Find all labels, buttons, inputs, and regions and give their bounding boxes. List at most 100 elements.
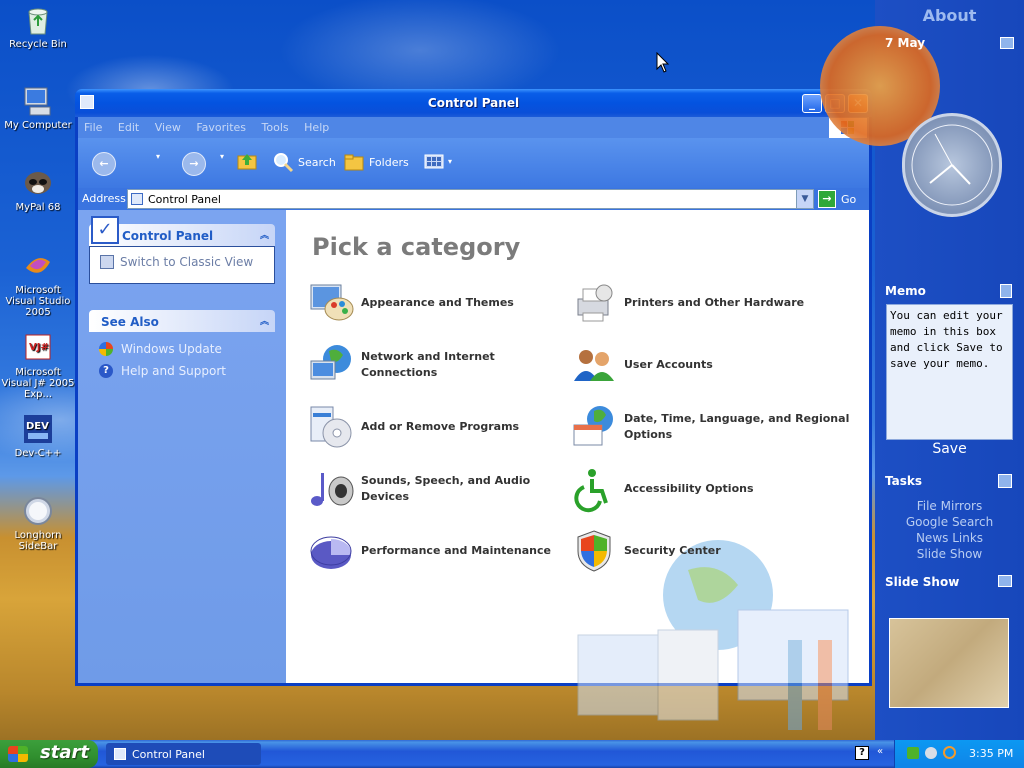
menu-tools[interactable]: Tools bbox=[256, 117, 295, 138]
search-button[interactable]: Search bbox=[272, 151, 336, 173]
help-support-link[interactable]: ? Help and Support bbox=[99, 360, 265, 382]
memo-options-icon[interactable] bbox=[1000, 284, 1012, 298]
network-tray-icon[interactable] bbox=[907, 747, 919, 759]
category-label: Security Center bbox=[624, 544, 721, 557]
category-accessibility[interactable]: Accessibility Options bbox=[570, 464, 860, 514]
back-arrow-icon: ← bbox=[99, 157, 109, 170]
category-network-internet[interactable]: Network and Internet Connections bbox=[307, 340, 557, 390]
category-printers-hardware[interactable]: Printers and Other Hardware bbox=[570, 278, 860, 328]
folders-button[interactable]: Folders bbox=[343, 151, 409, 173]
desktop-icon-longhorn-sidebar[interactable]: Longhorn SideBar bbox=[0, 495, 76, 552]
accessibility-icon bbox=[570, 465, 618, 513]
views-button[interactable]: ▾ bbox=[424, 153, 452, 169]
switch-view-icon bbox=[100, 255, 114, 269]
memo-header: Memo bbox=[875, 284, 1024, 298]
collapse-chevron-icon[interactable]: ︽ bbox=[260, 228, 269, 241]
forward-dropdown-icon[interactable]: ▾ bbox=[220, 152, 224, 161]
desktop-icon-visual-j[interactable]: VJ# Microsoft Visual J# 2005 Exp... bbox=[0, 332, 76, 400]
search-tray-icon[interactable] bbox=[943, 746, 956, 759]
control-panel-window: Control Panel _ □ ✕ File Edit View Favor… bbox=[75, 89, 872, 730]
address-field[interactable]: Control Panel ▼ bbox=[127, 189, 814, 209]
windows-update-icon bbox=[99, 342, 113, 356]
switch-classic-view-link[interactable]: Switch to Classic View bbox=[100, 255, 264, 269]
desktop-icon-visual-studio[interactable]: Microsoft Visual Studio 2005 bbox=[0, 250, 76, 318]
address-bar: Address Control Panel ▼ → Go bbox=[78, 188, 869, 210]
memo-textarea[interactable]: You can edit your memo in this box and c… bbox=[886, 304, 1013, 440]
tasks-header: Tasks bbox=[875, 474, 1024, 488]
see-also-title: See Also bbox=[101, 315, 159, 329]
control-panel-box-body: Switch to Classic View bbox=[89, 246, 275, 284]
help-tray-icon[interactable]: ? bbox=[855, 746, 869, 760]
desktop-icon-label: Dev-C++ bbox=[14, 448, 62, 459]
desktop-icon-label: Microsoft Visual J# 2005 Exp... bbox=[1, 367, 75, 400]
control-panel-box-header[interactable]: ✓ Control Panel ︽ bbox=[89, 216, 275, 246]
start-label: start bbox=[40, 742, 89, 763]
window-title-bar[interactable]: Control Panel _ □ ✕ bbox=[75, 89, 872, 117]
forward-button[interactable]: → bbox=[182, 152, 206, 176]
slideshow-options-icon[interactable] bbox=[998, 575, 1012, 587]
appearance-themes-icon bbox=[307, 279, 355, 327]
folders-label: Folders bbox=[369, 155, 409, 169]
up-folder-icon bbox=[237, 154, 257, 170]
category-date-time-language[interactable]: Date, Time, Language, and Regional Optio… bbox=[570, 402, 860, 452]
back-dropdown-icon[interactable]: ▾ bbox=[156, 152, 160, 161]
category-sounds-speech-audio[interactable]: Sounds, Speech, and Audio Devices bbox=[307, 464, 557, 514]
category-label: Sounds, Speech, and Audio Devices bbox=[361, 474, 531, 503]
svg-text:VJ#: VJ# bbox=[29, 342, 49, 353]
category-appearance-themes[interactable]: Appearance and Themes bbox=[307, 278, 557, 328]
category-security-center[interactable]: Security Center bbox=[570, 526, 860, 576]
start-button[interactable]: start bbox=[0, 740, 98, 768]
desktop-icon-my-computer[interactable]: My Computer bbox=[0, 85, 76, 131]
volume-tray-icon[interactable] bbox=[925, 747, 937, 759]
back-button[interactable]: ← bbox=[92, 152, 116, 176]
taskbar-button-control-panel[interactable]: Control Panel bbox=[106, 743, 261, 765]
task-file-mirrors[interactable]: File Mirrors bbox=[875, 498, 1024, 514]
windows-flag-icon bbox=[8, 746, 28, 762]
tasks-options-icon[interactable] bbox=[998, 474, 1012, 488]
desktop-icon-mypal[interactable]: MyPal 68 bbox=[0, 167, 76, 213]
go-button[interactable]: → Go bbox=[818, 190, 856, 208]
category-user-accounts[interactable]: User Accounts bbox=[570, 340, 860, 390]
performance-maintenance-icon bbox=[307, 527, 355, 575]
menu-favorites[interactable]: Favorites bbox=[190, 117, 252, 138]
windows-update-link[interactable]: Windows Update bbox=[99, 338, 265, 360]
control-panel-small-icon bbox=[131, 193, 143, 205]
menu-edit[interactable]: Edit bbox=[112, 117, 145, 138]
taskbar-button-label: Control Panel bbox=[132, 747, 205, 761]
memo-save-button[interactable]: Save bbox=[875, 441, 1024, 457]
security-shield-icon bbox=[570, 527, 618, 575]
desktop-icon-label: MyPal 68 bbox=[15, 202, 61, 213]
collapse-chevron-icon[interactable]: ︽ bbox=[260, 314, 269, 327]
slide-show-image[interactable] bbox=[889, 618, 1009, 708]
help-support-label: Help and Support bbox=[121, 364, 226, 378]
menu-bar: File Edit View Favorites Tools Help bbox=[78, 117, 869, 138]
clock[interactable]: 3:35 PM bbox=[969, 747, 1013, 760]
menu-view[interactable]: View bbox=[149, 117, 187, 138]
address-label: Address bbox=[82, 192, 126, 205]
category-add-remove-programs[interactable]: Add or Remove Programs bbox=[307, 402, 557, 452]
see-also-box: See Also ︽ Windows Update ? Help and Sup… bbox=[89, 310, 275, 388]
minimize-button[interactable]: _ bbox=[802, 94, 822, 113]
desktop-icon-recycle-bin[interactable]: Recycle Bin bbox=[0, 4, 76, 50]
page-title: Pick a category bbox=[312, 233, 521, 261]
task-pane: ✓ Control Panel ︽ Switch to Classic View… bbox=[78, 210, 286, 683]
window-title: Control Panel bbox=[427, 96, 520, 110]
views-icon bbox=[424, 154, 444, 169]
slide-show-title: Slide Show bbox=[885, 575, 960, 589]
desktop-icon-dev-cpp[interactable]: DEV Dev-C++ bbox=[0, 413, 76, 459]
task-google-search[interactable]: Google Search bbox=[875, 514, 1024, 530]
tasks-title: Tasks bbox=[885, 474, 923, 488]
calendar-options-icon[interactable] bbox=[1000, 37, 1014, 49]
task-news-links[interactable]: News Links bbox=[875, 530, 1024, 546]
address-dropdown-icon[interactable]: ▼ bbox=[796, 190, 813, 208]
tray-collapse-icon[interactable]: « bbox=[877, 746, 883, 757]
menu-help[interactable]: Help bbox=[298, 117, 335, 138]
see-also-header[interactable]: See Also ︽ bbox=[89, 310, 275, 332]
up-folder-button[interactable] bbox=[236, 150, 258, 175]
sidebar-about-label[interactable]: About bbox=[875, 6, 1024, 25]
sidebar-clock-icon bbox=[22, 495, 54, 527]
menu-file[interactable]: File bbox=[78, 117, 108, 138]
task-slide-show[interactable]: Slide Show bbox=[875, 546, 1024, 562]
category-performance-maintenance[interactable]: Performance and Maintenance bbox=[307, 526, 557, 576]
help-icon: ? bbox=[99, 364, 113, 378]
